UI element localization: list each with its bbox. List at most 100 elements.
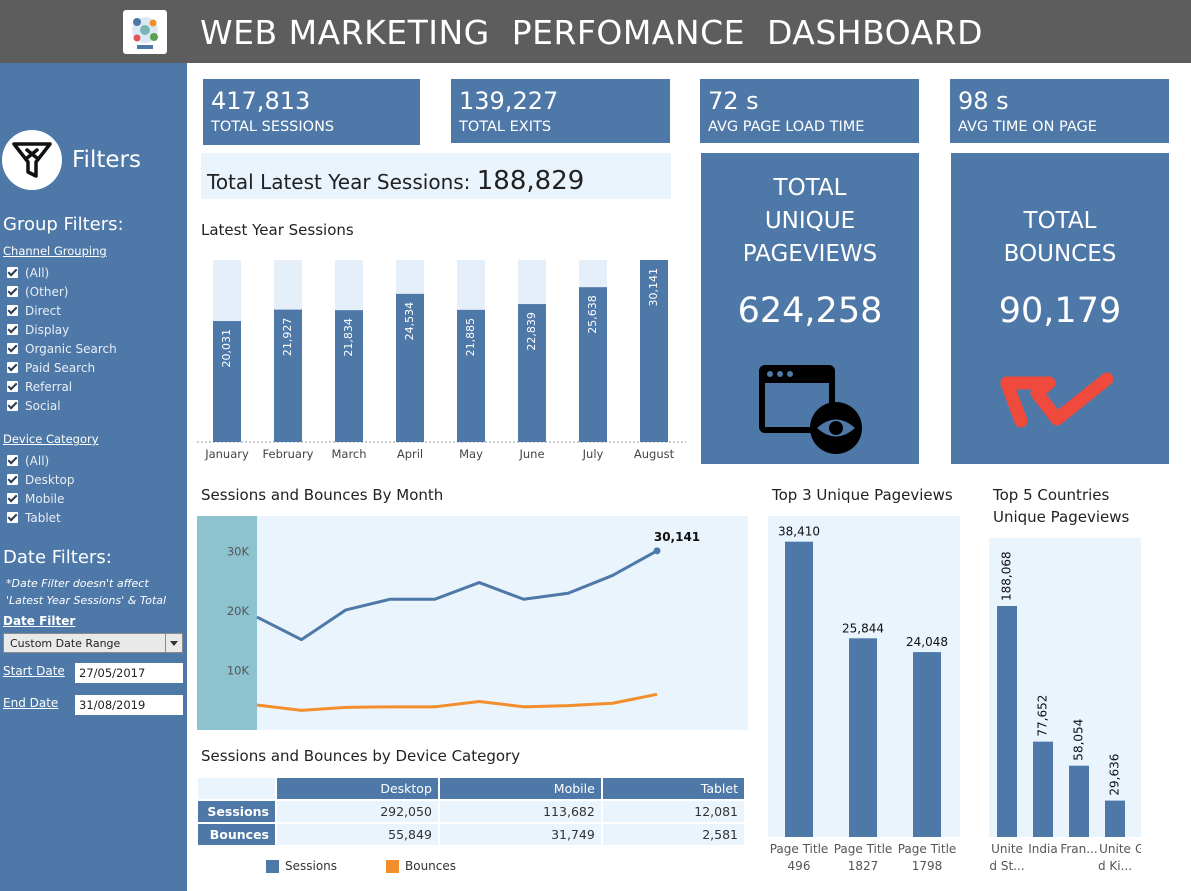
checkbox[interactable] [7,455,18,466]
channel-item[interactable]: (All) [7,263,117,282]
x-tick-label: January [204,447,249,461]
y-tick-label: 30K [227,545,250,559]
x-tick-label: d St... [989,859,1024,873]
date-filter-label: Date Filter [3,614,76,628]
x-tick-label: Page Title [834,842,893,856]
chart-title-device-table: Sessions and Bounces by Device Category [201,747,521,765]
table-row-header: Bounces [198,822,277,845]
x-tick-label: India [1028,842,1057,856]
bar [849,638,877,837]
channel-item[interactable]: Direct [7,301,117,320]
table-column-header: Tablet [601,778,747,800]
x-tick-label: Unite [991,842,1023,856]
channel-grouping-list: (All) (Other) Direct Display Organic Sea… [7,263,117,415]
chevron-down-icon[interactable] [165,634,182,652]
kpi-value: 624,258 [737,291,883,331]
bar-value-label: 21,885 [464,318,477,357]
bar-value-label: 24,048 [906,635,948,649]
bar [913,652,941,837]
checkbox[interactable] [7,305,18,316]
kpi-label: AVG PAGE LOAD TIME [708,119,865,135]
checkbox[interactable] [7,343,18,354]
x-tick-label: Unite [1099,842,1131,856]
group-filters-heading: Group Filters: [3,214,124,235]
end-date-input[interactable]: 31/08/2019 [75,695,183,715]
checkbox[interactable] [7,474,18,485]
bar-value-label: 77,652 [1036,695,1050,737]
kpi-total-exits: 139,227 TOTAL EXITS [451,79,670,143]
kpi-label: TOTAL EXITS [459,119,552,135]
kpi-total-sessions: 417,813 TOTAL SESSIONS [203,79,420,145]
bar [785,541,813,837]
x-tick-label: March [331,447,366,461]
bar-value-label: 30,141 [647,268,660,307]
table-row-header: Sessions [198,799,277,823]
bar-value-label: 38,410 [778,525,820,539]
table-column-header: Mobile [438,778,603,800]
kpi-label: AVG TIME ON PAGE [958,119,1097,135]
series-end-label: 30,141 [654,530,700,544]
x-tick-label: 1827 [848,859,879,873]
bar [1069,765,1089,837]
end-date-label: End Date [3,696,59,710]
x-tick-label: 1798 [912,859,943,873]
marketing-logo-icon [123,10,167,54]
bar [997,606,1017,837]
kpi-label-line1: TOTAL [1023,208,1097,234]
channel-item[interactable]: Organic Search [7,339,117,358]
device-item[interactable]: Mobile [7,489,75,508]
bounce-arrow-icon [999,371,1119,443]
date-filter-select[interactable]: Custom Date Range [3,633,183,653]
table-cell: 292,050 [276,799,440,823]
checkbox[interactable] [7,267,18,278]
checkbox[interactable] [7,381,18,392]
kpi-avg-page-load: 72 s AVG PAGE LOAD TIME [700,79,919,143]
checkbox[interactable] [7,493,18,504]
table-row: Sessions 292,050 113,682 12,081 [198,799,747,823]
checkbox[interactable] [7,362,18,373]
kpi-total-bounces: TOTAL BOUNCES 90,179 [951,153,1169,464]
checkbox[interactable] [7,286,18,297]
bar [1105,800,1125,837]
channel-grouping-label: Channel Grouping [3,244,107,258]
filters-title: Filters [72,147,141,173]
bar-value-label: 20,031 [220,329,233,368]
checkbox[interactable] [7,512,18,523]
bar-value-label: 188,068 [1000,551,1014,601]
x-tick-label: 496 [788,859,811,873]
top3-pageviews-chart: 38,410 Page Title 496 25,844 Page Title 1827 2… [768,516,960,873]
channel-item[interactable]: Social [7,396,117,415]
device-category-table: Desktop Mobile Tablet Sessions 292,050 1… [198,778,747,845]
x-tick-label: Page Title [898,842,957,856]
checkbox[interactable] [7,400,18,411]
latest-year-sessions-chart: 20,031 January 21,927 February 21,834 March 24… [197,260,686,461]
device-category-label: Device Category [3,432,99,446]
bar-value-label: 58,054 [1072,719,1086,761]
kpi-label-line2: BOUNCES [1003,241,1117,267]
device-item[interactable]: Desktop [7,470,75,489]
legend-swatch [386,860,399,873]
kpi-value: 98 s [958,87,1009,115]
x-tick-label: July [582,447,604,461]
table-row: Bounces 55,849 31,749 2,581 [198,822,747,845]
chart-title-top5-countries-1: Top 5 Countries [993,486,1110,504]
channel-item[interactable]: (Other) [7,282,117,301]
checkbox[interactable] [7,324,18,335]
kpi-label-line2: UNIQUE [764,208,856,234]
x-tick-label: February [263,447,314,461]
start-date-input[interactable]: 27/05/2017 [75,663,183,683]
channel-item[interactable]: Display [7,320,117,339]
device-item[interactable]: (All) [7,451,75,470]
legend-item-bounces: Bounces [386,859,456,873]
channel-item[interactable]: Referral [7,377,117,396]
bar-value-label: 22,839 [525,312,538,351]
plot-background [197,516,748,730]
x-tick-label: May [459,447,483,461]
kpi-value: 90,179 [998,291,1122,331]
kpi-label-line1: TOTAL [773,175,847,201]
device-item[interactable]: Tablet [7,508,75,527]
channel-item[interactable]: Paid Search [7,358,117,377]
bar-value-label: 21,927 [281,318,294,357]
x-tick-label: Fran... [1060,842,1097,856]
x-tick-label: Page Title [770,842,829,856]
